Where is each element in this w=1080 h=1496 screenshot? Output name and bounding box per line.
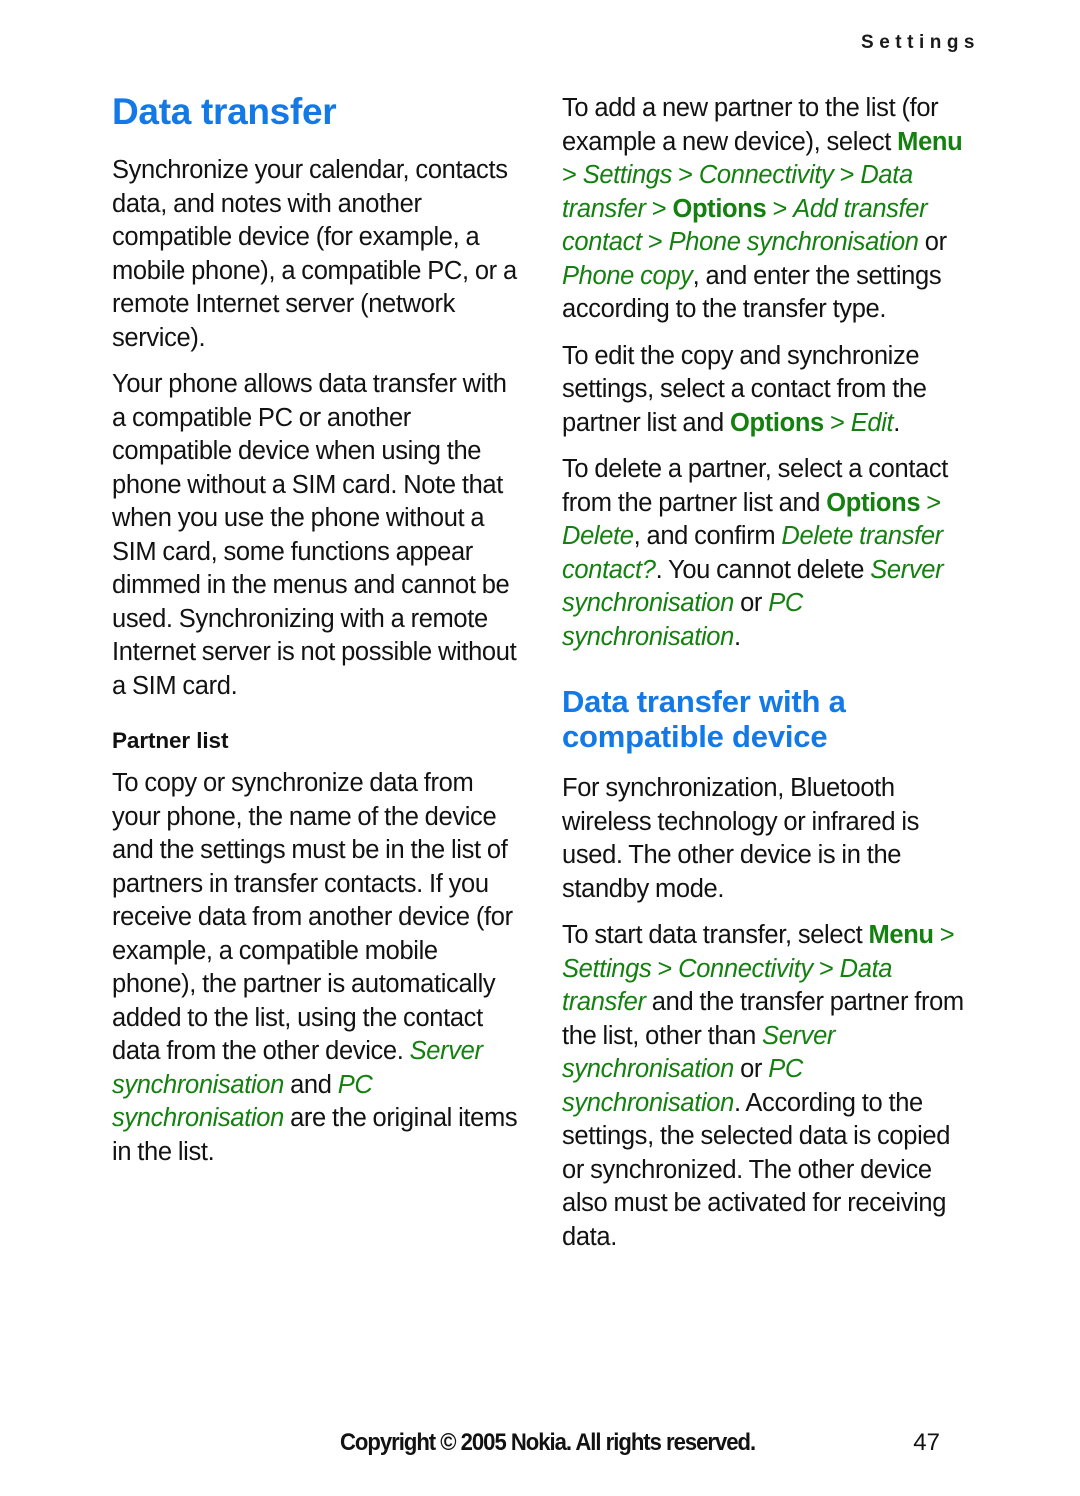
copyright-notice: Copyright © 2005 Nokia. All rights reser…: [340, 1429, 756, 1456]
text-run: To start data transfer, select: [562, 921, 869, 949]
ui-term-options: Options: [730, 408, 824, 437]
path-separator: >: [766, 194, 794, 223]
text-run: . You cannot delete: [655, 555, 871, 584]
subheading-partner-list: Partner list: [112, 728, 229, 753]
text-run: .: [733, 622, 741, 651]
path-separator: >: [933, 921, 955, 949]
ui-term-edit: Edit: [850, 408, 894, 437]
path-separator: >: [920, 488, 941, 517]
text-run: To add a new partner to the list (for ex…: [562, 94, 939, 156]
ui-term-connectivity: Connectivity: [698, 161, 834, 189]
ui-term-menu: Menu: [897, 127, 963, 156]
path-separator: >: [833, 161, 861, 189]
paragraph-bluetooth-infrared: For synchronization, Bluetooth wireless …: [562, 774, 920, 903]
text-run: .: [893, 408, 900, 437]
text-run: , and confirm: [633, 522, 782, 550]
paragraph-data-transfer-sim: Your phone allows data transfer with a c…: [112, 370, 517, 700]
right-column: To add a new partner to the list (for ex…: [562, 92, 972, 1254]
paragraph-edit-settings: To edit the copy and synchronize setting…: [562, 340, 972, 441]
paragraph-partner-list-detail: To copy or synchronize data from your ph…: [112, 767, 522, 1169]
text-run: or: [733, 1055, 769, 1083]
text-run: To copy or synchronize data from your ph…: [112, 769, 513, 1065]
text-run: or: [733, 589, 769, 617]
ui-term-delete: Delete: [562, 522, 634, 550]
paragraph-start-data-transfer: To start data transfer, select Menu > Se…: [562, 919, 972, 1254]
two-column-body: Data transfer Synchronize your calendar,…: [112, 92, 968, 1362]
ui-term-options: Options: [826, 488, 921, 517]
ui-term-connectivity: Connectivity: [678, 954, 813, 983]
page-footer: Copyright © 2005 Nokia. All rights reser…: [112, 1426, 968, 1464]
ui-term-menu: Menu: [868, 921, 934, 949]
ui-term-phone-copy: Phone copy: [562, 261, 693, 290]
text-run: or: [918, 228, 947, 256]
manual-page: Settings Data transfer Synchronize your …: [0, 0, 1080, 1496]
ui-term-options: Options: [672, 194, 767, 223]
ui-term-phone-synchronisation: Phone synchronisation: [668, 228, 919, 256]
path-separator: >: [672, 161, 699, 189]
path-separator: >: [641, 228, 669, 256]
path-separator: >: [823, 408, 851, 437]
path-separator: >: [812, 954, 840, 983]
text-run: and: [283, 1070, 338, 1099]
paragraph-synchronize-intro: Synchronize your calendar, contacts data…: [112, 156, 517, 352]
page-title: Data transfer: [112, 91, 337, 132]
path-separator: >: [651, 954, 679, 983]
running-head-settings: Settings: [861, 32, 980, 53]
page-number: 47: [913, 1429, 940, 1456]
ui-term-settings: Settings: [562, 954, 652, 983]
ui-term-settings: Settings: [582, 161, 673, 189]
left-column: Data transfer Synchronize your calendar,…: [112, 92, 522, 1169]
path-separator: >: [562, 161, 583, 189]
paragraph-add-new-partner: To add a new partner to the list (for ex…: [562, 92, 972, 327]
section-heading-data-transfer-compatible-device: Data transfer with a compatible device: [562, 684, 846, 754]
path-separator: >: [645, 194, 673, 223]
paragraph-delete-partner: To delete a partner, select a contact fr…: [562, 453, 972, 654]
